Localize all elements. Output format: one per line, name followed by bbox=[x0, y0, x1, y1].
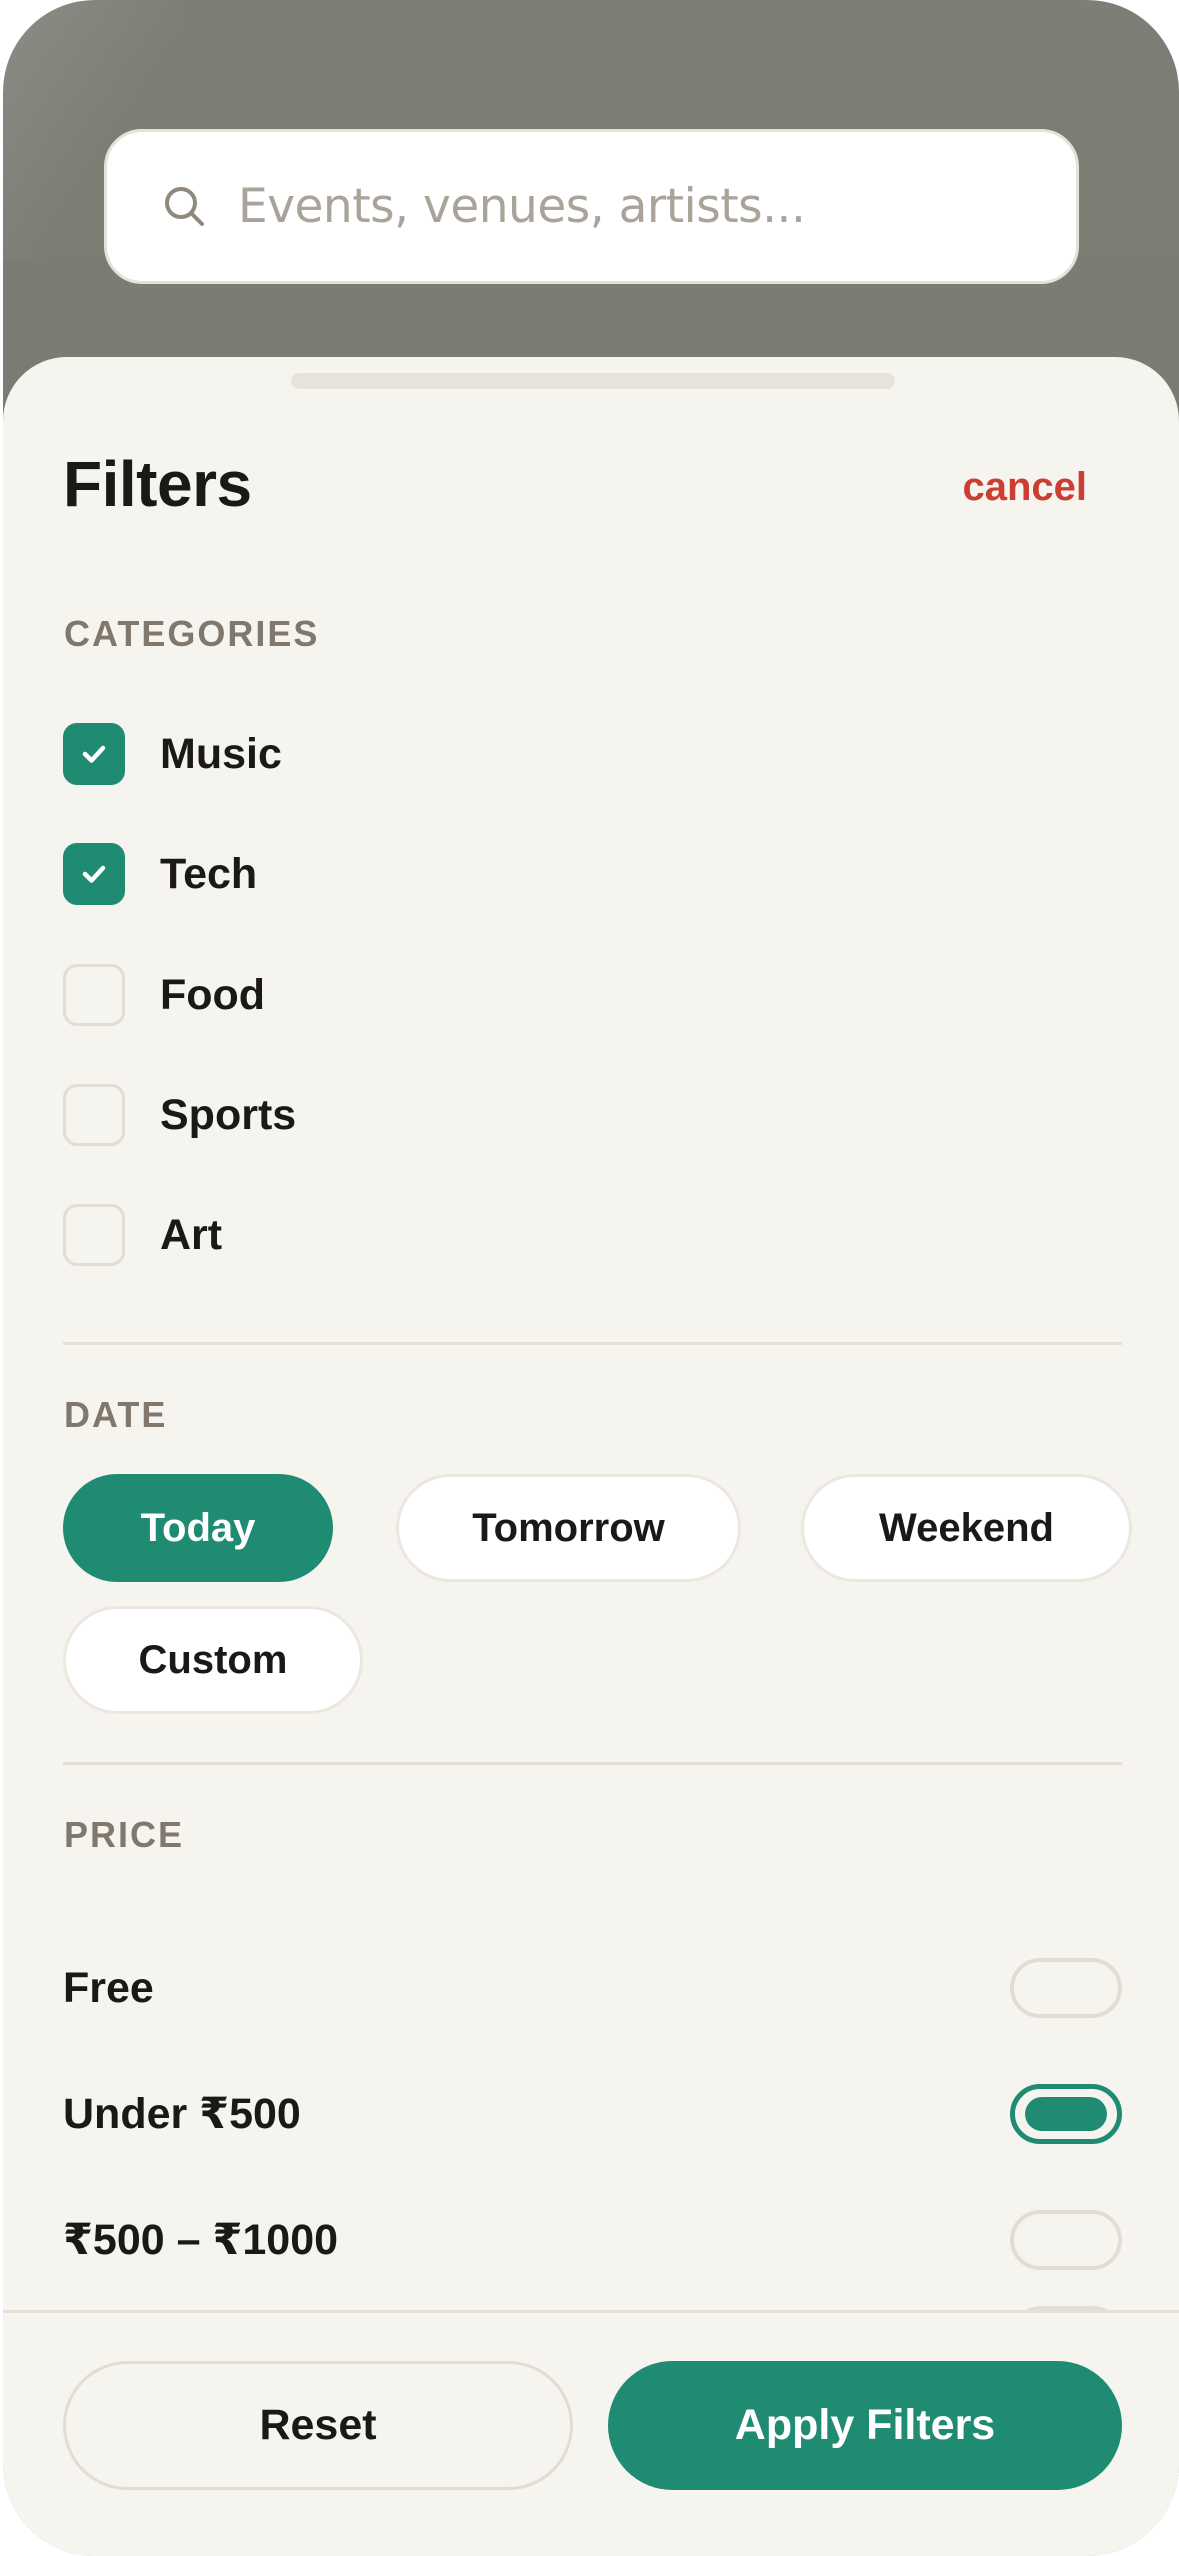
price-toggle-on[interactable] bbox=[1010, 2084, 1122, 2144]
checkbox-unchecked[interactable] bbox=[63, 964, 125, 1026]
price-label: ₹500 – ₹1000 bbox=[63, 2216, 339, 2264]
section-divider bbox=[63, 1342, 1122, 1345]
toggle-fill bbox=[1025, 2097, 1107, 2131]
category-label: Food bbox=[160, 970, 266, 1019]
category-option-music[interactable]: Music bbox=[63, 723, 282, 785]
apply-filters-button[interactable]: Apply Filters bbox=[608, 2361, 1122, 2490]
date-section-label: DATE bbox=[64, 1394, 168, 1435]
checkbox-unchecked[interactable] bbox=[63, 1204, 125, 1266]
check-icon bbox=[82, 745, 106, 763]
price-label: Under ₹500 bbox=[63, 2090, 301, 2138]
date-chip-weekend[interactable]: Weekend bbox=[801, 1474, 1132, 1582]
date-chip-today[interactable]: Today bbox=[63, 1474, 333, 1582]
category-option-tech[interactable]: Tech bbox=[63, 843, 257, 905]
sheet-footer: Reset Apply Filters bbox=[3, 2310, 1179, 2556]
checkbox-checked[interactable] bbox=[63, 843, 125, 905]
section-divider bbox=[63, 1762, 1122, 1765]
price-label: Free bbox=[63, 1963, 154, 2012]
price-option-free[interactable]: Free bbox=[63, 1957, 1122, 2019]
category-option-art[interactable]: Art bbox=[63, 1204, 222, 1266]
reset-button[interactable]: Reset bbox=[63, 2361, 573, 2490]
check-icon bbox=[82, 865, 106, 883]
category-label: Tech bbox=[160, 849, 258, 898]
sheet-title: Filters bbox=[63, 448, 252, 520]
category-label: Art bbox=[160, 1210, 223, 1259]
category-option-sports[interactable]: Sports bbox=[63, 1084, 296, 1146]
categories-section-label: CATEGORIES bbox=[64, 613, 320, 654]
filters-sheet: Filters cancel CATEGORIES Music Tech Foo… bbox=[3, 357, 1179, 2556]
price-option-500-1000[interactable]: ₹500 – ₹1000 bbox=[63, 2209, 1122, 2271]
date-chip-tomorrow[interactable]: Tomorrow bbox=[396, 1474, 741, 1582]
phone-screen: Events, venues, artists... Filters cance… bbox=[3, 0, 1179, 2556]
category-label: Sports bbox=[160, 1090, 297, 1139]
search-icon bbox=[162, 184, 208, 230]
price-section-label: PRICE bbox=[64, 1814, 185, 1855]
search-bar[interactable]: Events, venues, artists... bbox=[104, 129, 1079, 284]
checkbox-unchecked[interactable] bbox=[63, 1084, 125, 1146]
category-label: Music bbox=[160, 729, 282, 778]
checkbox-checked[interactable] bbox=[63, 723, 125, 785]
price-toggle-off[interactable] bbox=[1010, 1958, 1122, 2018]
category-option-food[interactable]: Food bbox=[63, 964, 265, 1026]
price-toggle-off[interactable] bbox=[1010, 2210, 1122, 2270]
cancel-button[interactable]: cancel bbox=[962, 465, 1087, 510]
search-placeholder: Events, venues, artists... bbox=[238, 179, 806, 234]
price-option-under-500[interactable]: Under ₹500 bbox=[63, 2083, 1122, 2145]
date-chip-custom[interactable]: Custom bbox=[63, 1606, 363, 1714]
sheet-drag-handle[interactable] bbox=[291, 373, 895, 389]
